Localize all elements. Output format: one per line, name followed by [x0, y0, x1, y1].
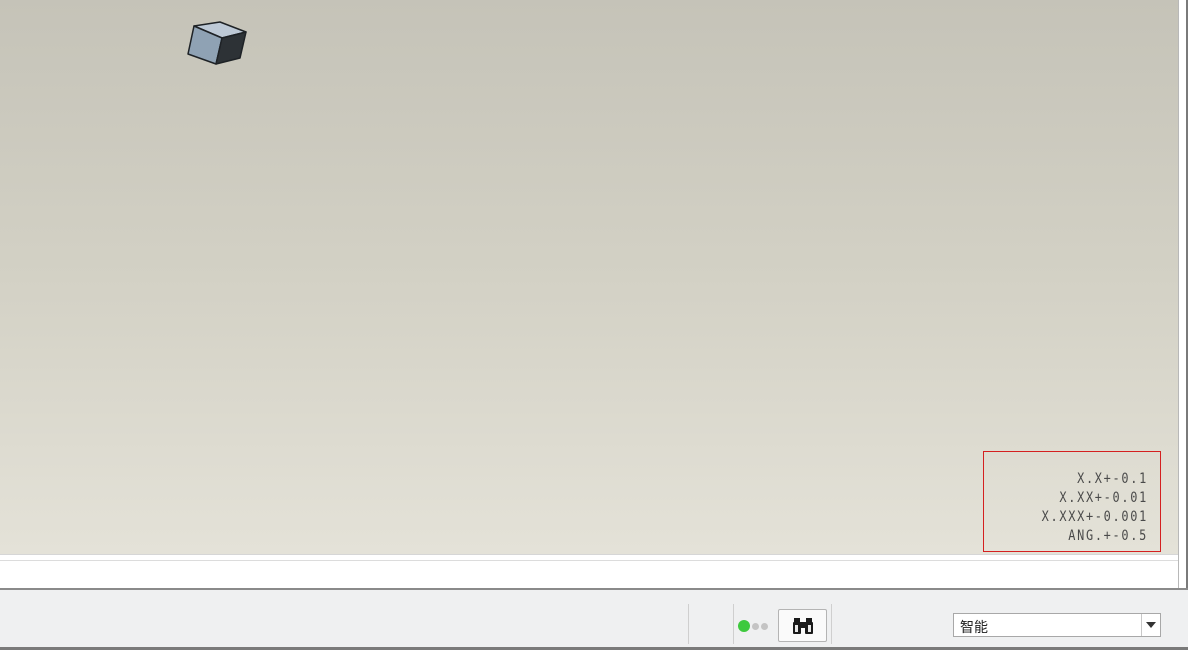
vertical-scrollbar[interactable] — [1178, 0, 1188, 590]
tolerance-line: X.X+-0.1 — [1077, 471, 1148, 487]
status-separator — [831, 604, 832, 644]
chevron-down-icon[interactable] — [1141, 614, 1160, 636]
status-dot — [752, 622, 759, 630]
selection-filter-value: 智能 — [960, 619, 988, 635]
app-window: X.X+-0.1 X.XX+-0.01 X.XXX+-0.001 ANG.+-0… — [0, 0, 1188, 650]
selection-filter-select[interactable]: 智能 — [953, 613, 1161, 637]
status-bar: 智能 — [0, 588, 1188, 650]
status-separator — [688, 604, 689, 644]
status-dot-active — [738, 620, 750, 632]
status-dots-icon[interactable] — [738, 620, 768, 632]
tolerance-line: X.XX+-0.01 — [1059, 490, 1148, 506]
tolerance-table: X.X+-0.1 X.XX+-0.01 X.XXX+-0.001 ANG.+-0… — [983, 451, 1161, 552]
view-cube-icon[interactable] — [186, 20, 250, 68]
tolerance-line: X.XXX+-0.001 — [1041, 509, 1148, 525]
status-dot — [761, 622, 768, 630]
find-button[interactable] — [778, 609, 827, 642]
message-area — [0, 554, 1178, 588]
status-separator — [733, 604, 734, 644]
binoculars-icon — [792, 617, 813, 634]
graphics-viewport[interactable]: X.X+-0.1 X.XX+-0.01 X.XXX+-0.001 ANG.+-0… — [0, 0, 1178, 554]
tolerance-line: ANG.+-0.5 — [1068, 528, 1148, 544]
